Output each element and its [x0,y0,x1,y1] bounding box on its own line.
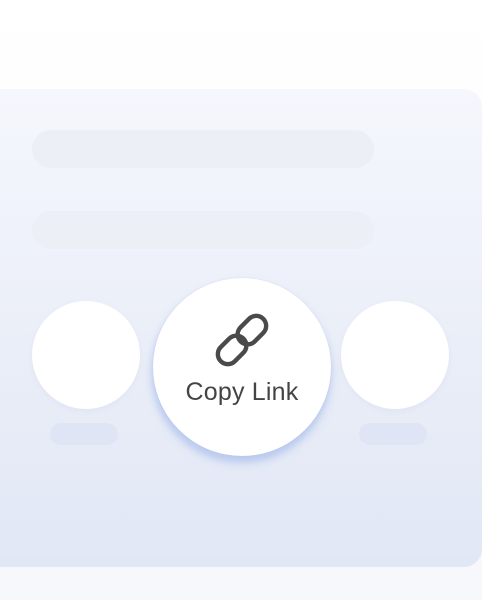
placeholder-line [32,130,374,168]
share-option-label-placeholder [359,423,427,445]
share-option-placeholder[interactable] [341,301,449,409]
share-option-placeholder[interactable] [32,301,140,409]
placeholder-line [32,211,374,249]
copy-link-button[interactable]: Copy Link [153,278,331,456]
copy-link-label: Copy Link [185,378,299,406]
share-option-label-placeholder [50,423,118,445]
link-icon [215,313,269,367]
